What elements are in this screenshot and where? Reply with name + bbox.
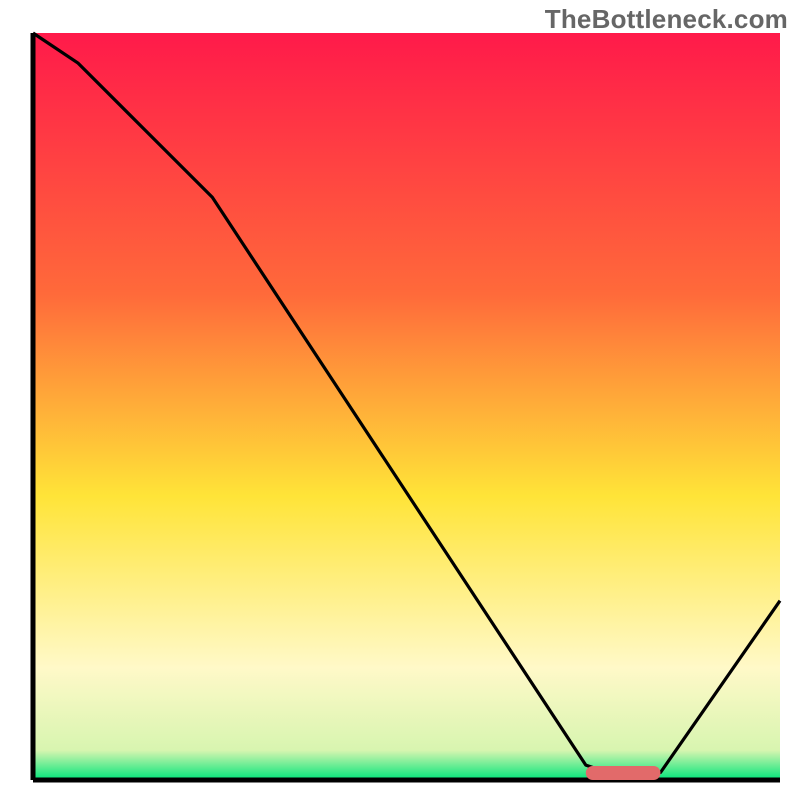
gradient-background bbox=[33, 33, 780, 780]
chart-container: TheBottleneck.com bbox=[0, 0, 800, 800]
bottleneck-curve-chart bbox=[0, 0, 800, 800]
optimal-range-marker bbox=[586, 766, 661, 780]
